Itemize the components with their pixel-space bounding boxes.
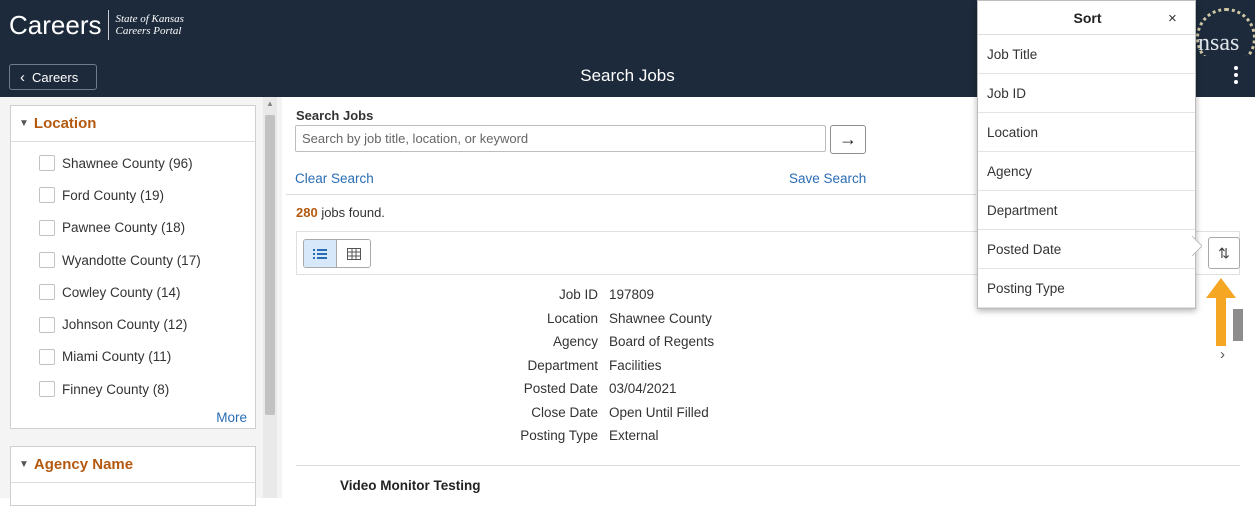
- chevron-right-icon[interactable]: ›: [1220, 346, 1225, 363]
- job-label: Posting Type: [520, 428, 598, 443]
- checkbox[interactable]: [39, 252, 55, 269]
- location-option-label: Cowley County (14): [62, 284, 181, 300]
- agency-facet-header[interactable]: ▼ Agency Name: [11, 447, 255, 483]
- careers-logo[interactable]: Careers State of Kansas Careers Portal: [9, 10, 184, 40]
- scroll-up-icon[interactable]: ▲: [263, 99, 277, 108]
- location-option-label: Miami County (11): [62, 349, 172, 365]
- location-option-label: Pawnee County (18): [62, 220, 186, 236]
- sort-icon: ⇅: [1218, 244, 1230, 261]
- brand-subtitle-line2: Careers Portal: [115, 25, 182, 37]
- scroll-thumb[interactable]: [265, 115, 275, 415]
- results-count: 280 jobs found.: [296, 205, 385, 220]
- sort-option[interactable]: Department: [978, 191, 1195, 230]
- location-option-label: Shawnee County (96): [62, 155, 193, 171]
- job-value: 197809: [609, 287, 655, 302]
- sort-popup-title: Sort: [1073, 10, 1102, 26]
- brand-subtitle-line1: State of Kansas: [115, 13, 184, 25]
- checkbox[interactable]: [39, 284, 55, 301]
- location-facet-header[interactable]: ▼ Location: [11, 106, 255, 142]
- job-value: Open Until Filled: [609, 404, 709, 420]
- more-locations-link[interactable]: More: [11, 405, 255, 431]
- sort-popup: Sort × Job Title Job ID Location Agency …: [977, 0, 1196, 309]
- location-option[interactable]: Wyandotte County (17): [11, 244, 255, 276]
- checkbox[interactable]: [39, 348, 55, 365]
- results-count-number: 280: [296, 205, 318, 220]
- job-label: Posted Date: [523, 381, 598, 396]
- kebab-menu-icon[interactable]: [1232, 66, 1240, 84]
- checkbox[interactable]: [39, 381, 55, 398]
- location-option[interactable]: Ford County (19): [11, 179, 255, 211]
- location-facet-title: Location: [33, 115, 97, 132]
- divider: [286, 194, 976, 195]
- job-title[interactable]: Video Monitor Testing: [340, 478, 481, 493]
- location-option[interactable]: Cowley County (14): [11, 276, 255, 308]
- location-option-label: Wyandotte County (17): [62, 252, 201, 268]
- job-label: Job ID: [558, 287, 598, 302]
- search-label: Search Jobs: [296, 108, 374, 123]
- sort-option[interactable]: Agency: [978, 152, 1195, 191]
- brand-subtitle: State of Kansas Careers Portal: [109, 13, 183, 37]
- arrow-right-icon: →: [839, 129, 857, 149]
- grid-view-icon[interactable]: [337, 240, 370, 267]
- brand-title: Careers: [9, 10, 110, 40]
- view-toggle: [303, 239, 371, 268]
- sort-popup-header: Sort ×: [978, 1, 1195, 35]
- job-value: Shawnee County: [609, 310, 712, 326]
- location-option-label: Finney County (8): [62, 381, 170, 397]
- seal-text: nsas: [1198, 30, 1240, 56]
- job-value: Facilities: [609, 357, 662, 373]
- search-go-button[interactable]: →: [830, 125, 866, 154]
- divider: [296, 465, 1240, 466]
- popup-pointer: [1192, 236, 1202, 256]
- job-detail-labels: Job ID Location Agency Department Posted…: [440, 287, 598, 452]
- sort-button[interactable]: ⇅: [1208, 237, 1240, 269]
- job-label: Location: [546, 310, 598, 326]
- location-facet: ▼ Location Shawnee County (96) Ford Coun…: [10, 105, 256, 429]
- save-search-link[interactable]: Save Search: [789, 171, 866, 186]
- location-option-label: Ford County (19): [62, 187, 165, 203]
- agency-facet: ▼ Agency Name: [10, 446, 256, 506]
- job-value: Board of Regents: [609, 334, 715, 349]
- clear-search-link[interactable]: Clear Search: [295, 171, 374, 186]
- results-count-suffix: jobs found.: [317, 205, 385, 220]
- job-label: Close Date: [531, 404, 598, 420]
- sort-option[interactable]: Posting Type: [978, 269, 1195, 308]
- job-value: 03/04/2021: [609, 381, 677, 396]
- filter-panel: ▼ Location Shawnee County (96) Ford Coun…: [0, 97, 282, 506]
- caret-down-icon: ▼: [19, 459, 29, 470]
- job-label: Department: [527, 357, 598, 373]
- highlight-arrow-icon: [1206, 278, 1236, 346]
- location-option-label: Johnson County (12): [62, 317, 188, 333]
- sort-option[interactable]: Job ID: [978, 74, 1195, 113]
- agency-facet-title: Agency Name: [33, 456, 134, 473]
- close-icon[interactable]: ×: [1168, 10, 1177, 27]
- location-option[interactable]: Finney County (8): [11, 373, 255, 405]
- sort-option[interactable]: Posted Date: [978, 230, 1195, 269]
- location-option[interactable]: Shawnee County (96): [11, 147, 255, 179]
- sort-option[interactable]: Location: [978, 113, 1195, 152]
- location-option[interactable]: Johnson County (12): [11, 308, 255, 340]
- caret-down-icon: ▼: [19, 118, 29, 129]
- list-view-icon[interactable]: [304, 240, 337, 267]
- checkbox[interactable]: [39, 155, 55, 172]
- location-option[interactable]: Miami County (11): [11, 341, 255, 373]
- checkbox[interactable]: [39, 219, 55, 236]
- location-option[interactable]: Pawnee County (18): [11, 212, 255, 244]
- kansas-seal-logo: nsas: [1192, 6, 1255, 56]
- sort-option[interactable]: Job Title: [978, 35, 1195, 74]
- checkbox[interactable]: [39, 316, 55, 333]
- filter-scrollbar[interactable]: ▲: [263, 97, 277, 498]
- search-input[interactable]: [295, 125, 826, 152]
- job-label: Agency: [552, 334, 598, 349]
- job-value: External: [609, 428, 659, 443]
- job-detail-values: 197809 Shawnee County Board of Regents F…: [609, 287, 909, 452]
- location-facet-list: Shawnee County (96) Ford County (19) Paw…: [11, 142, 255, 405]
- checkbox[interactable]: [39, 187, 55, 204]
